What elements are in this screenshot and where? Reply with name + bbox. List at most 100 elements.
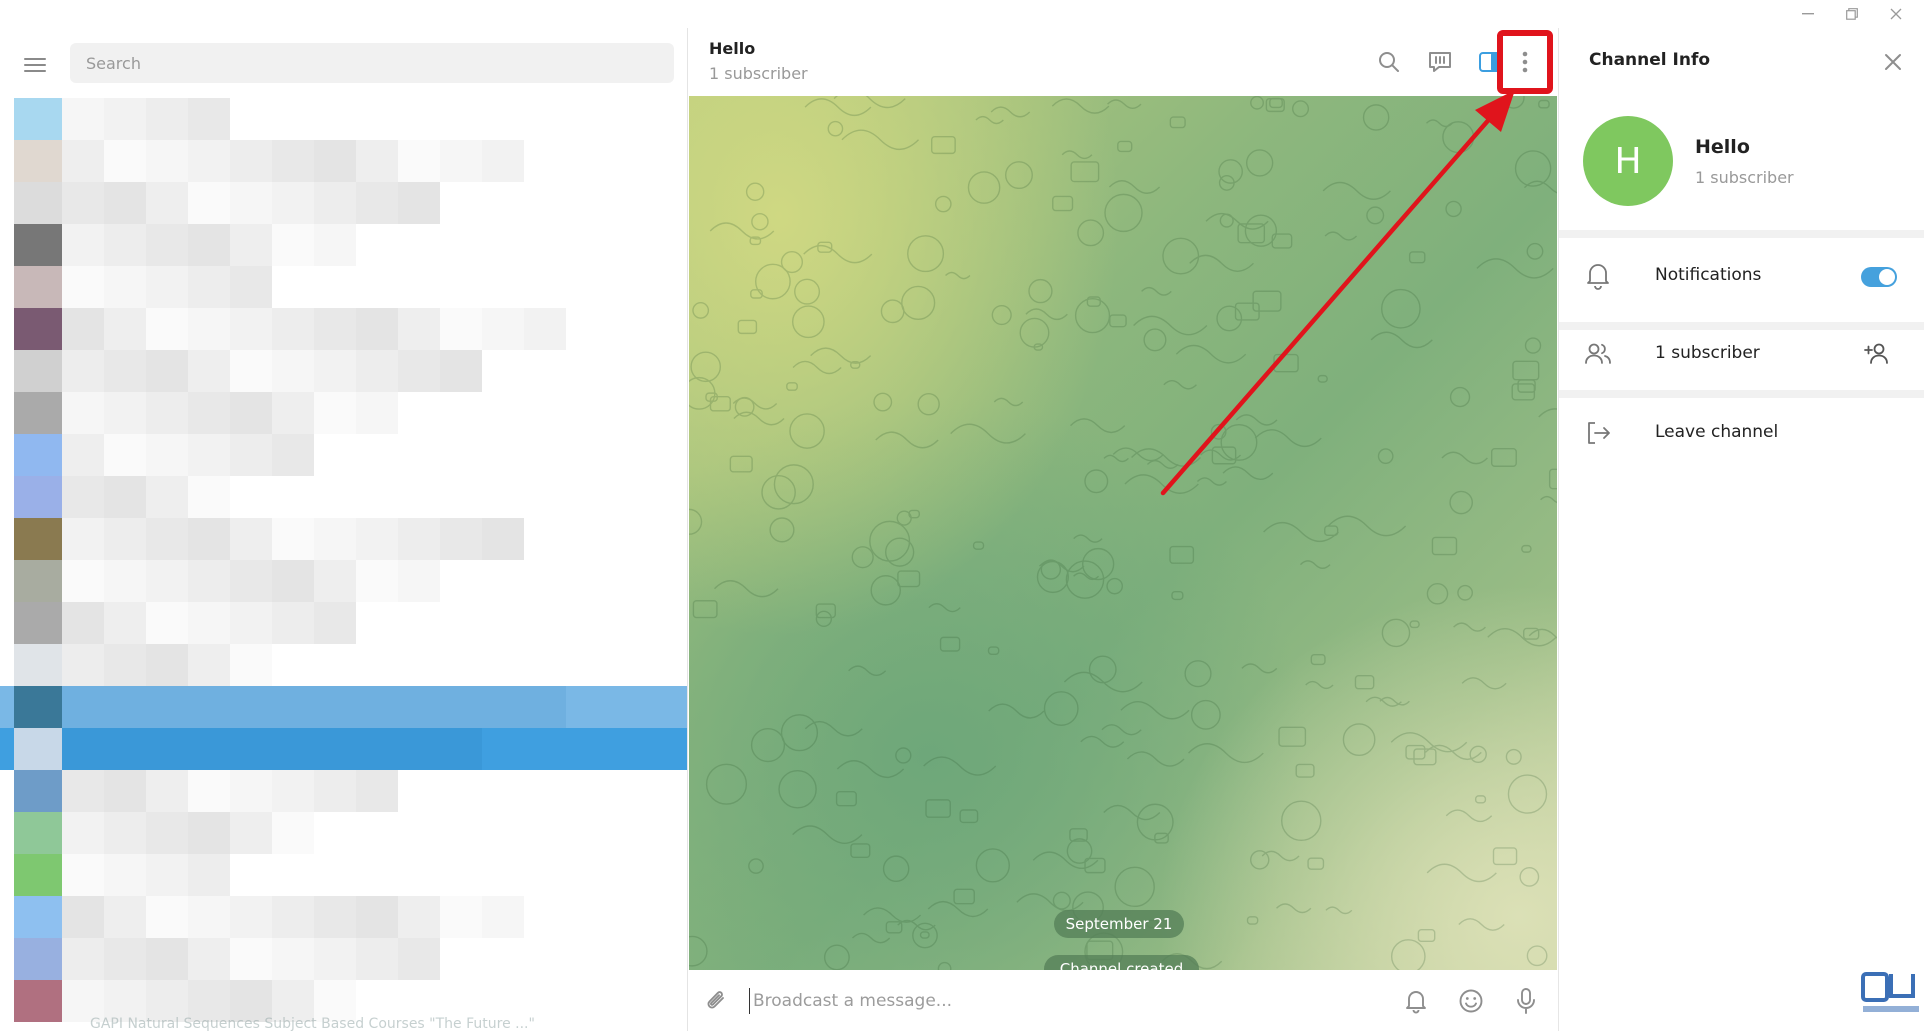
blurred-content — [188, 98, 230, 140]
doodle-shape — [1299, 560, 1331, 569]
doodle-shape — [794, 278, 821, 305]
doodle-shape — [1514, 150, 1552, 187]
chat-area: Hello 1 subscriber September 21 Channel … — [689, 28, 1557, 1031]
blurred-content — [62, 392, 104, 434]
chat-list-item[interactable] — [0, 476, 687, 518]
doodle-shape — [1379, 696, 1410, 706]
doodle-shape — [1390, 939, 1426, 970]
chat-title[interactable]: Hello — [709, 39, 755, 58]
search-button[interactable] — [1371, 44, 1407, 80]
minimize-icon — [1802, 13, 1814, 15]
chat-list-item[interactable] — [0, 224, 687, 266]
blurred-content — [440, 518, 482, 560]
close-info-button[interactable] — [1877, 46, 1909, 78]
doodle-shape — [778, 770, 817, 809]
doodle-shape — [815, 610, 833, 628]
doodle-shape — [1189, 254, 1254, 272]
silent-broadcast-button[interactable] — [1399, 984, 1433, 1018]
blurred-content — [356, 938, 398, 980]
doodle-shape — [873, 392, 893, 412]
blurred-content — [146, 350, 188, 392]
blurred-content — [272, 224, 314, 266]
doodle-shape — [1524, 337, 1542, 354]
doodle-shape — [934, 195, 952, 213]
avatar — [14, 476, 62, 518]
doodle-shape — [1492, 847, 1518, 866]
doodle-shape — [689, 508, 703, 535]
blurred-content — [188, 896, 230, 938]
blurred-content — [230, 602, 272, 644]
leave-channel-row[interactable]: Leave channel — [1559, 402, 1924, 464]
doodle-shape — [928, 603, 961, 613]
doodle-shape — [1487, 627, 1557, 647]
doodle-shape — [791, 305, 825, 339]
chat-list-item[interactable] — [0, 350, 687, 392]
chat-list-item[interactable] — [0, 392, 687, 434]
main-menu-button[interactable] — [20, 50, 50, 80]
avatar — [14, 308, 62, 350]
restore-icon — [1846, 8, 1858, 20]
doodle-shape — [1169, 545, 1195, 564]
chat-list-item[interactable] — [0, 308, 687, 350]
blurred-content — [230, 896, 272, 938]
toggle-info-panel-button[interactable] — [1472, 44, 1508, 80]
chat-list-item[interactable] — [0, 728, 687, 770]
blurred-content — [146, 728, 188, 770]
chat-list-item[interactable] — [0, 140, 687, 182]
chat-list-item[interactable] — [0, 938, 687, 980]
chat-list-item[interactable] — [0, 770, 687, 812]
chat-list-item[interactable] — [0, 560, 687, 602]
more-options-button[interactable] — [1507, 44, 1543, 80]
doodle-shape — [1051, 98, 1110, 114]
blurred-content — [188, 434, 230, 476]
add-subscriber-icon[interactable] — [1863, 339, 1893, 369]
doodle-shape — [1377, 448, 1394, 465]
voice-message-button[interactable] — [1509, 984, 1543, 1018]
doodle-shape — [1101, 724, 1142, 736]
chat-list-item[interactable] — [0, 266, 687, 308]
blurred-content — [104, 476, 146, 518]
subscribers-row[interactable]: 1 subscriber — [1559, 323, 1924, 385]
chat-list — [0, 98, 687, 1031]
chat-list-item[interactable] — [0, 98, 687, 140]
people-icon — [1585, 343, 1611, 364]
doodle-shape — [769, 517, 795, 543]
doodle-shape — [1222, 466, 1274, 481]
chat-list-item[interactable] — [0, 434, 687, 476]
emoji-button[interactable] — [1454, 984, 1488, 1018]
chat-list-item[interactable] — [0, 896, 687, 938]
doodle-shape — [1043, 691, 1079, 726]
chat-list-item[interactable] — [0, 182, 687, 224]
attach-button[interactable] — [700, 984, 734, 1018]
doodle-shape — [751, 212, 769, 231]
close-window-button[interactable] — [1874, 2, 1918, 26]
avatar — [14, 854, 62, 896]
notifications-toggle[interactable] — [1861, 267, 1897, 287]
chat-list-item[interactable] — [0, 686, 687, 728]
notifications-row[interactable]: Notifications — [1559, 245, 1924, 307]
doodle-shape — [1366, 206, 1385, 225]
blurred-content — [146, 308, 188, 350]
message-input[interactable] — [749, 988, 1349, 1014]
doodle-shape — [991, 304, 1012, 326]
doodle-shape — [1502, 96, 1525, 109]
channel-avatar[interactable]: H — [1583, 116, 1673, 206]
restore-button[interactable] — [1830, 2, 1874, 26]
blurred-content — [230, 350, 272, 392]
discussion-button[interactable] — [1422, 44, 1458, 80]
blurred-content — [272, 770, 314, 812]
chat-list-item[interactable] — [0, 644, 687, 686]
chat-list-item[interactable] — [0, 812, 687, 854]
chat-list-item[interactable] — [0, 518, 687, 560]
doodle-shape — [953, 888, 975, 905]
blurred-content — [398, 560, 440, 602]
blurred-content — [272, 896, 314, 938]
chat-list-item[interactable] — [0, 854, 687, 896]
avatar — [14, 560, 62, 602]
minimize-button[interactable] — [1786, 2, 1830, 26]
avatar — [14, 602, 62, 644]
doodle-shape — [792, 825, 863, 845]
chat-list-item[interactable] — [0, 602, 687, 644]
search-input[interactable] — [70, 43, 674, 83]
doodle-shape — [1216, 305, 1243, 332]
